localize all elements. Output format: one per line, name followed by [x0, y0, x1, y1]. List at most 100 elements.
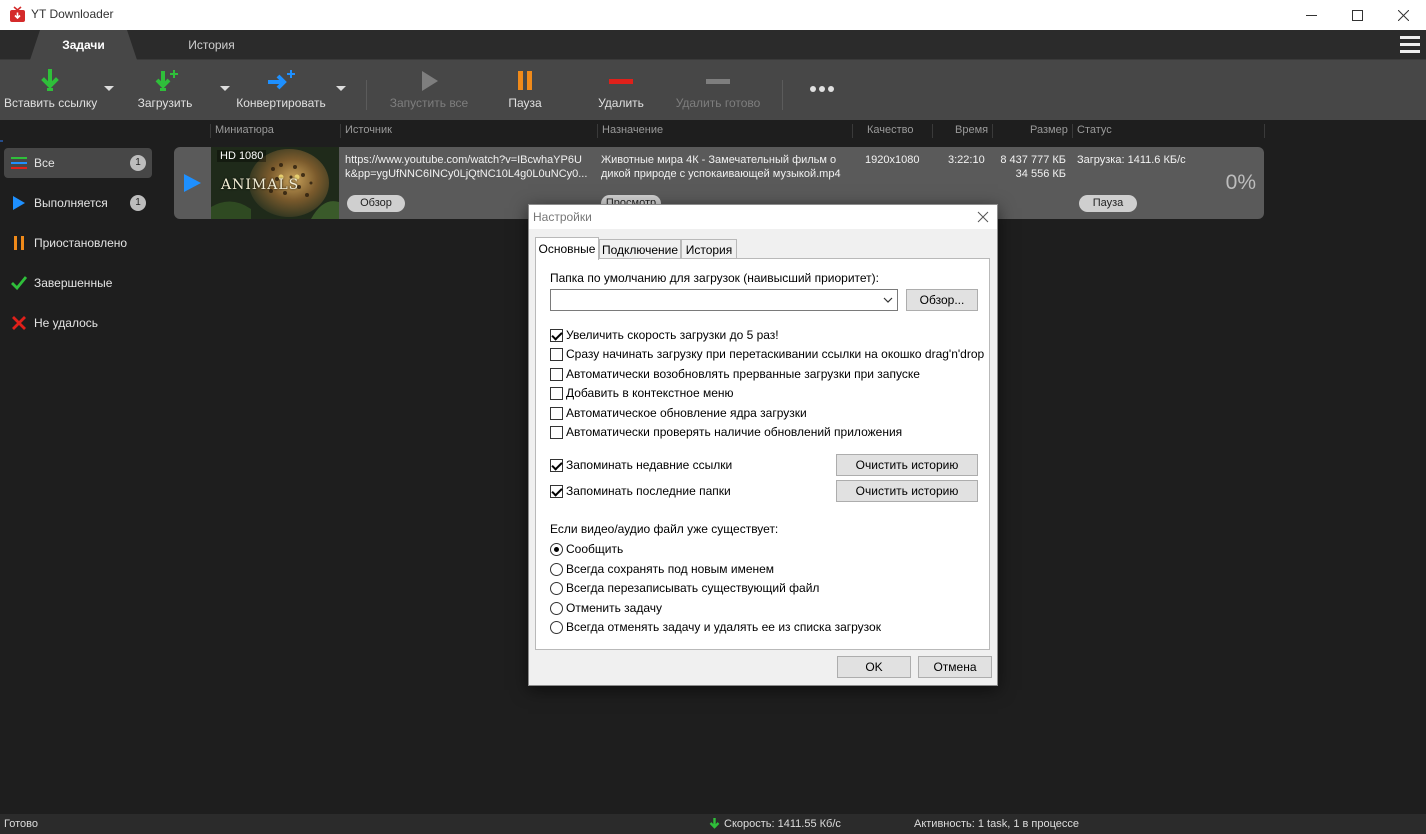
- ok-button[interactable]: OK: [837, 656, 911, 678]
- radio-label: Всегда перезаписывать существующий файл: [566, 581, 820, 595]
- minus-red-icon: [609, 79, 633, 84]
- sidebar-item-completed[interactable]: Завершенные: [4, 268, 152, 298]
- radio[interactable]: [550, 542, 563, 556]
- radio-cancel-task[interactable]: Отменить задачу: [550, 600, 662, 616]
- checkbox-auto-update-core[interactable]: Автоматическое обновление ядра загрузки: [550, 405, 807, 421]
- convert-dropdown-icon[interactable]: [336, 86, 346, 91]
- clear-folders-history-button[interactable]: Очистить историю: [836, 480, 978, 502]
- delete-done-button[interactable]: Удалить готово: [672, 60, 764, 120]
- download-button[interactable]: Загрузить: [126, 60, 204, 120]
- dialog-tab-connection[interactable]: Подключение: [599, 239, 681, 259]
- checkbox-label: Запоминать последние папки: [566, 484, 731, 498]
- radio[interactable]: [550, 562, 563, 576]
- col-time[interactable]: Время: [955, 124, 988, 136]
- minimize-button[interactable]: [1288, 0, 1334, 30]
- col-thumbnail[interactable]: Миниатюра: [215, 124, 274, 136]
- thumbnail-title: ANIMALS: [221, 177, 300, 193]
- toolbar: Вставить ссылку Загрузить Конвертировать…: [0, 60, 1426, 120]
- maximize-icon: [1351, 9, 1363, 21]
- sidebar-item-in-progress[interactable]: Выполняется 1: [4, 188, 152, 218]
- convert-button[interactable]: Конвертировать: [236, 60, 326, 120]
- checkbox[interactable]: [550, 386, 563, 400]
- paste-link-button[interactable]: Вставить ссылку: [4, 60, 97, 120]
- checkbox-check-app-updates[interactable]: Автоматически проверять наличие обновлен…: [550, 424, 902, 440]
- checkbox-boost-speed[interactable]: Увеличить скорость загрузки до 5 раз!: [550, 327, 779, 343]
- close-icon[interactable]: [977, 211, 989, 223]
- col-destination[interactable]: Назначение: [602, 124, 663, 136]
- checkbox[interactable]: [550, 367, 563, 381]
- chevron-down-icon: [883, 297, 893, 303]
- sidebar-item-paused[interactable]: Приостановлено: [4, 228, 152, 258]
- radio[interactable]: [550, 620, 563, 634]
- checkbox[interactable]: [550, 347, 563, 361]
- download-dropdown-icon[interactable]: [220, 86, 230, 91]
- tab-history[interactable]: История: [158, 30, 265, 60]
- cross-icon: [10, 314, 28, 332]
- radio-label: Всегда сохранять под новым именем: [566, 562, 775, 576]
- size-total: 8 437 777 КБ: [1000, 154, 1066, 166]
- sidebar-item-failed[interactable]: Не удалось: [4, 308, 152, 338]
- checkbox[interactable]: [550, 425, 563, 439]
- checkbox[interactable]: [550, 484, 563, 498]
- col-status[interactable]: Статус: [1077, 124, 1112, 136]
- activity-text: Активность: 1 task, 1 в процессе: [914, 818, 1080, 830]
- radio[interactable]: [550, 601, 563, 615]
- sidebar-item-all[interactable]: Все 1: [4, 148, 152, 178]
- col-size[interactable]: Размер: [1030, 124, 1068, 136]
- toolbar-separator: [366, 80, 367, 110]
- task-size: 8 437 777 КБ 34 556 КБ: [986, 153, 1066, 181]
- play-icon[interactable]: [182, 173, 202, 193]
- radio-save-new-name[interactable]: Всегда сохранять под новым именем: [550, 561, 774, 577]
- dialog-titlebar: Настройки: [529, 205, 997, 229]
- checkbox-remember-folders[interactable]: Запоминать последние папки: [550, 483, 731, 499]
- download-folder-select[interactable]: [550, 289, 898, 311]
- checkbox-auto-resume[interactable]: Автоматически возобновлять прерванные за…: [550, 366, 920, 382]
- radio-cancel-and-remove[interactable]: Всегда отменять задачу и удалять ее из с…: [550, 619, 881, 635]
- checkbox-drag-drop-start[interactable]: Сразу начинать загрузку при перетаскиван…: [550, 346, 984, 362]
- dialog-tab-history[interactable]: История: [681, 239, 737, 259]
- clear-links-history-button[interactable]: Очистить историю: [836, 454, 978, 476]
- minimize-icon: [1305, 14, 1317, 16]
- convert-arrow-icon: [268, 70, 295, 90]
- radio-ask[interactable]: Сообщить: [550, 541, 623, 557]
- checkbox-context-menu[interactable]: Добавить в контекстное меню: [550, 385, 734, 401]
- checkbox[interactable]: [550, 328, 563, 342]
- checkbox-label: Автоматическое обновление ядра загрузки: [566, 406, 807, 420]
- tab-tasks[interactable]: Задачи: [30, 30, 137, 60]
- checkbox-remember-links[interactable]: Запоминать недавние ссылки: [550, 457, 732, 473]
- start-all-button[interactable]: Запустить все: [386, 60, 472, 120]
- download-speed-icon: [709, 818, 720, 829]
- download-label: Загрузить: [137, 96, 193, 110]
- pause-label: Пауза: [508, 96, 542, 110]
- pause-icon: [10, 234, 28, 252]
- close-button[interactable]: [1380, 0, 1426, 30]
- video-thumbnail: HD 1080 ANIMALS: [211, 147, 339, 219]
- radio-overwrite[interactable]: Всегда перезаписывать существующий файл: [550, 580, 819, 596]
- main-tabs: Задачи История: [0, 30, 1426, 60]
- start-all-label: Запустить все: [389, 96, 469, 110]
- paste-link-dropdown-icon[interactable]: [104, 86, 114, 91]
- cancel-button[interactable]: Отмена: [918, 656, 992, 678]
- status-bar: Готово Скорость: 1411.55 Кб/с Активность…: [0, 814, 1426, 834]
- checkbox-label: Увеличить скорость загрузки до 5 раз!: [566, 328, 779, 342]
- source-url-line2: k&pp=ygUfNNC6INCy0LjQtNC10L4g0L0uNCy0...: [345, 168, 588, 180]
- maximize-button[interactable]: [1334, 0, 1380, 30]
- window-titlebar: YT Downloader: [0, 0, 1426, 30]
- task-column-header: Миниатюра Источник Назначение Качество В…: [0, 120, 1426, 142]
- radio[interactable]: [550, 581, 563, 595]
- col-source[interactable]: Источник: [345, 124, 392, 136]
- play-icon: [422, 71, 438, 91]
- browse-source-button[interactable]: Обзор: [347, 195, 405, 212]
- folder-label: Папка по умолчанию для загрузок (наивысш…: [550, 271, 879, 285]
- checkbox[interactable]: [550, 406, 563, 420]
- col-quality[interactable]: Качество: [867, 124, 914, 136]
- pause-button[interactable]: Пауза: [492, 60, 558, 120]
- browse-folder-button[interactable]: Обзор...: [906, 289, 978, 311]
- more-options-button[interactable]: [800, 60, 844, 120]
- checkbox[interactable]: [550, 458, 563, 472]
- menu-icon[interactable]: [1400, 36, 1420, 54]
- dialog-tab-general[interactable]: Основные: [535, 237, 599, 260]
- task-pause-button[interactable]: Пауза: [1079, 195, 1137, 212]
- minus-grey-icon: [706, 79, 730, 84]
- delete-button[interactable]: Удалить: [588, 60, 654, 120]
